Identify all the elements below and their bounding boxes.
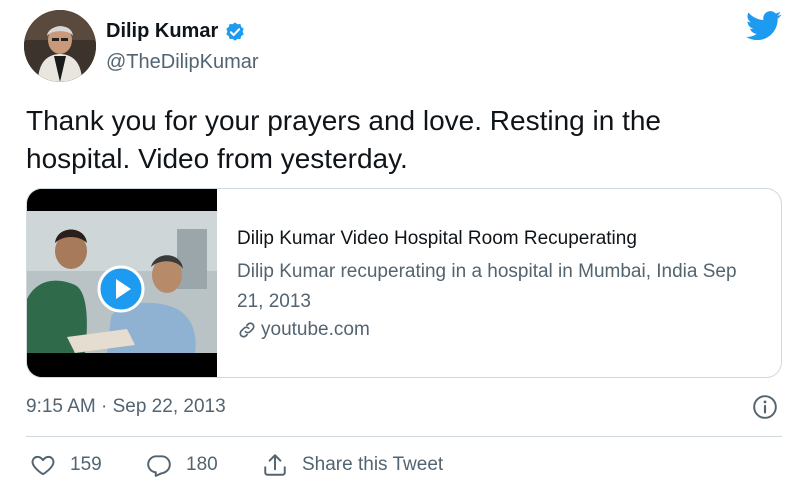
avatar[interactable] — [24, 10, 96, 82]
video-thumbnail[interactable] — [27, 189, 217, 377]
link-card[interactable]: Dilip Kumar Video Hospital Room Recupera… — [26, 188, 782, 378]
card-domain: youtube.com — [261, 319, 370, 340]
like-button[interactable]: 159 — [30, 452, 102, 478]
tweet-timestamp[interactable]: 9:15 AM · Sep 22, 2013 — [26, 396, 226, 418]
card-info: Dilip Kumar Video Hospital Room Recupera… — [237, 227, 767, 341]
link-icon — [239, 322, 255, 338]
play-icon[interactable] — [97, 265, 145, 313]
card-title: Dilip Kumar Video Hospital Room Recupera… — [237, 228, 637, 249]
reply-icon — [147, 455, 171, 477]
card-description: Dilip Kumar recuperating in a hospital i… — [237, 261, 737, 312]
verified-badge-icon — [226, 21, 244, 41]
heart-icon — [31, 455, 55, 476]
divider — [26, 436, 782, 437]
reply-button[interactable]: 180 — [146, 452, 218, 478]
author-name[interactable]: Dilip Kumar — [106, 20, 218, 43]
info-icon[interactable] — [752, 394, 778, 420]
author-name-row[interactable]: Dilip Kumar — [106, 20, 246, 43]
tweet: Dilip Kumar @TheDilipKumar Thank you for… — [0, 0, 800, 493]
like-count: 159 — [70, 454, 102, 475]
twitter-bird-icon[interactable] — [746, 10, 782, 42]
reply-count: 180 — [186, 454, 218, 475]
share-label: Share this Tweet — [302, 454, 444, 475]
share-button[interactable]: Share this Tweet — [262, 452, 443, 478]
tweet-text: Thank you for your prayers and love. Res… — [26, 105, 662, 174]
share-icon — [264, 454, 286, 476]
author-handle[interactable]: @TheDilipKumar — [106, 51, 259, 74]
card-domain-row: youtube.com — [237, 319, 767, 341]
avatar-image — [24, 10, 96, 82]
